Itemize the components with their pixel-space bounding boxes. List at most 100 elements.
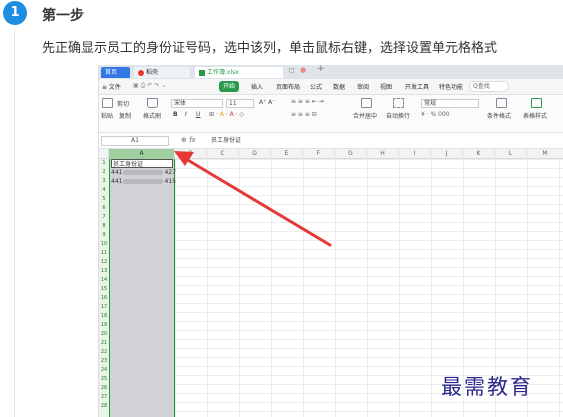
row-number[interactable]: 12 xyxy=(99,258,109,267)
font-size-select[interactable]: 11 xyxy=(226,99,254,108)
menu-insert[interactable]: 插入 xyxy=(251,82,263,91)
row-number[interactable]: 5 xyxy=(99,195,109,204)
column-a-header[interactable]: A xyxy=(109,149,175,159)
row-number[interactable]: 25 xyxy=(99,375,109,384)
row-number[interactable]: 6 xyxy=(99,204,109,213)
row-number[interactable]: 22 xyxy=(99,348,109,357)
tab-home[interactable]: 首页 xyxy=(101,67,130,78)
column-header-cell[interactable]: C xyxy=(207,149,239,159)
align-top-icons[interactable]: ≡ ≡ ≡ ⇤ ⇥ xyxy=(291,98,324,105)
window-icon[interactable]: ◻ xyxy=(289,66,295,74)
name-box[interactable]: A1 xyxy=(101,136,169,146)
fx-icon[interactable]: ⊕ fx xyxy=(181,136,196,144)
menu-file[interactable]: ≡ 文件 xyxy=(102,82,121,91)
font-name-select[interactable]: 宋体 xyxy=(171,99,223,108)
column-header-cell[interactable]: B xyxy=(175,149,207,159)
spreadsheet-icon xyxy=(199,69,205,76)
row-number[interactable]: 27 xyxy=(99,393,109,402)
quick-access-icons[interactable]: ▣ ⎙ ↶ ↷ ⌄ xyxy=(133,82,166,90)
row-header: 1 2 3 4 5 6 7 8 9 10 11 12 13 14 15 16 17 18 19 20 21 22 23 24 2… xyxy=(99,159,109,417)
column-header-cell[interactable]: E xyxy=(271,149,303,159)
paste-icon[interactable] xyxy=(102,98,113,108)
ribbon-toolbar: 粘贴 剪切 复制 格式刷 宋体 11 A⁺ A⁻ B I U ⊞ · A · A… xyxy=(99,95,563,133)
step-header: 1 第一步 xyxy=(0,0,563,28)
row-number[interactable]: 28 xyxy=(99,402,109,411)
conditional-format-label: 条件格式 xyxy=(487,113,512,120)
row-number[interactable]: 13 xyxy=(99,267,109,276)
column-header-cell[interactable]: I xyxy=(399,149,431,159)
number-format-select[interactable]: 常规 xyxy=(421,99,479,108)
bold-button[interactable]: B xyxy=(173,111,178,118)
menu-developer[interactable]: 开发工具 xyxy=(405,82,429,91)
watermark-logo: 最需教育 xyxy=(441,375,533,399)
tab-docer[interactable]: 稻壳 xyxy=(134,67,190,78)
column-header-cell[interactable]: L xyxy=(495,149,527,159)
row-number[interactable]: 3 xyxy=(99,177,109,186)
paste-label: 粘贴 xyxy=(101,113,114,120)
row-number[interactable]: 21 xyxy=(99,339,109,348)
docer-icon xyxy=(138,69,144,76)
wrap-text-icon[interactable] xyxy=(393,98,404,108)
menu-data[interactable]: 数据 xyxy=(333,82,345,91)
align-bottom-icons[interactable]: ≡ ≡ ≡ ⊟ xyxy=(291,111,317,118)
column-header-cell[interactable]: M xyxy=(527,149,563,159)
select-all-corner[interactable] xyxy=(99,149,109,159)
column-header-cell[interactable]: G xyxy=(335,149,367,159)
row-number[interactable]: 16 xyxy=(99,294,109,303)
cell-a1[interactable]: 员工身份证 xyxy=(111,159,173,168)
column-header-cell[interactable]: D xyxy=(239,149,271,159)
row-number[interactable]: 24 xyxy=(99,366,109,375)
tab-workbook-label: 工作簿.xlsx xyxy=(207,69,239,76)
menu-formulas[interactable]: 公式 xyxy=(310,82,322,91)
menu-features[interactable]: 特色功能 xyxy=(439,82,463,91)
row-number[interactable]: 17 xyxy=(99,303,109,312)
format-painter-icon[interactable] xyxy=(147,98,158,108)
row-number[interactable]: 19 xyxy=(99,321,109,330)
cut-button[interactable]: 剪切 xyxy=(117,99,129,108)
italic-button[interactable]: I xyxy=(185,111,187,118)
cell-a3[interactable]: 441 415 xyxy=(111,177,176,186)
column-header-cell[interactable]: J xyxy=(431,149,463,159)
underline-button[interactable]: U xyxy=(196,111,200,118)
row-number[interactable]: 18 xyxy=(99,312,109,321)
row-number[interactable]: 9 xyxy=(99,231,109,240)
border-color-icons[interactable]: ⊞ · A · A · ◇ xyxy=(209,111,244,118)
row-number[interactable]: 10 xyxy=(99,240,109,249)
tab-workbook[interactable]: 工作簿.xlsx xyxy=(195,67,283,78)
cell-a2[interactable]: 441 427 xyxy=(111,168,176,177)
row-number[interactable]: 7 xyxy=(99,213,109,222)
row-number[interactable]: 15 xyxy=(99,285,109,294)
column-header-cell[interactable]: K xyxy=(463,149,495,159)
menu-review[interactable]: 审阅 xyxy=(357,82,369,91)
row-number[interactable]: 14 xyxy=(99,276,109,285)
table-style-icon[interactable] xyxy=(531,98,542,108)
percent-buttons[interactable]: ¥ · % 000 xyxy=(421,111,450,118)
formula-content[interactable]: 员工身份证 xyxy=(211,136,561,146)
column-header-cell[interactable]: H xyxy=(367,149,399,159)
row-number[interactable]: 8 xyxy=(99,222,109,231)
search-box[interactable]: Q查找 xyxy=(469,81,509,92)
new-tab-button[interactable]: + xyxy=(317,65,325,74)
row-number[interactable]: 4 xyxy=(99,186,109,195)
column-header-cell[interactable]: F xyxy=(303,149,335,159)
cell-a3-suffix: 415 xyxy=(164,178,176,185)
menu-page-layout[interactable]: 页面布局 xyxy=(276,82,300,91)
row-number[interactable]: 1 xyxy=(99,159,109,168)
font-grow-icon[interactable]: A⁺ A⁻ xyxy=(259,99,275,106)
cell-a3-prefix: 441 xyxy=(111,178,123,185)
copy-button[interactable]: 复制 xyxy=(119,111,131,120)
tab-docer-label: 稻壳 xyxy=(146,69,159,76)
menu-start[interactable]: 开始 xyxy=(219,81,239,92)
menu-bar: ≡ 文件 ▣ ⎙ ↶ ↷ ⌄ 开始 插入 页面布局 公式 数据 审阅 视图 开发… xyxy=(99,79,563,95)
row-number[interactable]: 11 xyxy=(99,249,109,258)
row-number[interactable]: 23 xyxy=(99,357,109,366)
title-tab-bar: 首页 稻壳 工作簿.xlsx ◻ ● + xyxy=(99,65,563,79)
row-number[interactable]: 2 xyxy=(99,168,109,177)
menu-view[interactable]: 视图 xyxy=(380,82,392,91)
row-number[interactable]: 26 xyxy=(99,384,109,393)
close-dot-icon[interactable]: ● xyxy=(300,66,306,74)
merge-center-icon[interactable] xyxy=(361,98,372,108)
conditional-format-icon[interactable] xyxy=(496,98,507,108)
row-number[interactable]: 20 xyxy=(99,330,109,339)
column-a-selection[interactable] xyxy=(109,159,175,417)
